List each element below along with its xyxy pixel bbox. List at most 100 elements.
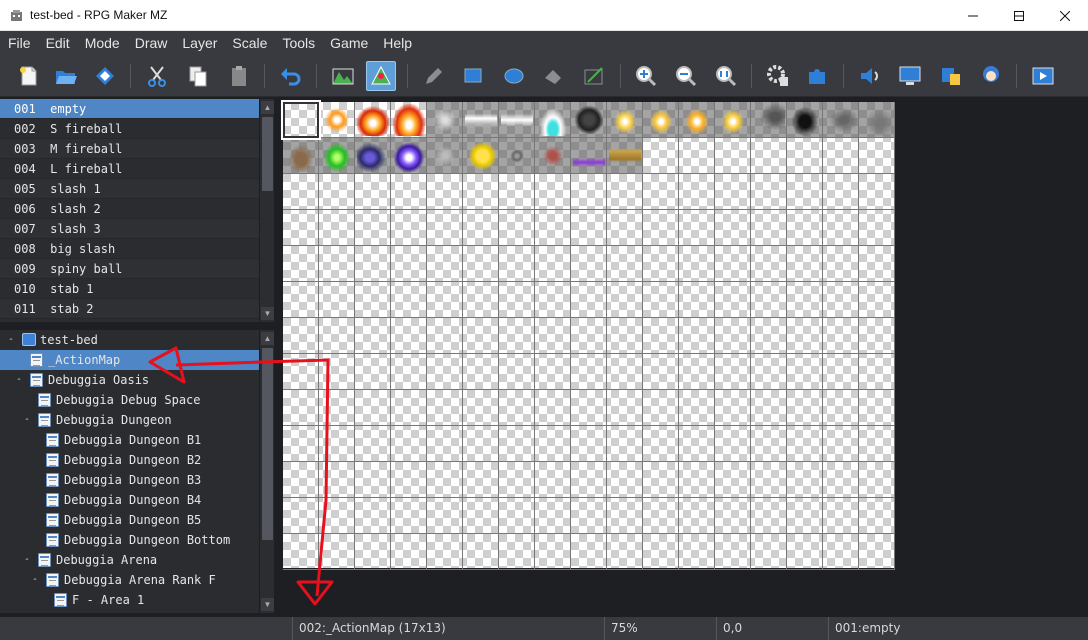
tile-cell[interactable]	[679, 534, 715, 570]
tile-cell[interactable]	[643, 462, 679, 498]
tile-cell[interactable]	[679, 498, 715, 534]
maximize-button[interactable]	[996, 0, 1042, 31]
tile-cell[interactable]	[283, 210, 319, 246]
tile-cell[interactable]	[391, 426, 427, 462]
tile-cell[interactable]	[499, 318, 535, 354]
tree-item[interactable]: _ActionMap	[0, 350, 259, 370]
tile-cell[interactable]	[823, 426, 859, 462]
tileset-palette[interactable]	[281, 100, 895, 570]
tile-cell[interactable]	[715, 246, 751, 282]
tile-cell[interactable]	[319, 318, 355, 354]
tile-cell[interactable]	[319, 426, 355, 462]
tile-cell[interactable]	[715, 534, 751, 570]
tile-cell[interactable]	[499, 246, 535, 282]
tile-cell[interactable]	[427, 246, 463, 282]
tile-cell[interactable]	[571, 498, 607, 534]
open-project-button[interactable]	[51, 61, 81, 91]
tile-cell[interactable]	[607, 246, 643, 282]
tile-cell[interactable]	[571, 246, 607, 282]
character-generator-button[interactable]	[976, 61, 1006, 91]
shadow-pen-button[interactable]	[579, 61, 609, 91]
tile-cell[interactable]	[499, 174, 535, 210]
collapse-toggle-icon[interactable]: -	[24, 555, 33, 565]
tile-cell[interactable]	[643, 390, 679, 426]
tile-cell[interactable]	[355, 102, 391, 138]
tile-cell[interactable]	[715, 462, 751, 498]
tile-cell[interactable]	[607, 102, 643, 138]
collapse-toggle-icon[interactable]: -	[24, 415, 33, 425]
tree-item[interactable]: Debuggia Dungeon B4	[0, 490, 259, 510]
cut-button[interactable]	[142, 61, 172, 91]
tile-cell[interactable]	[679, 282, 715, 318]
tile-cell[interactable]	[499, 282, 535, 318]
tile-cell[interactable]	[535, 534, 571, 570]
new-project-button[interactable]	[14, 61, 44, 91]
tile-cell[interactable]	[463, 498, 499, 534]
tile-cell[interactable]	[607, 426, 643, 462]
tile-cell[interactable]	[499, 534, 535, 570]
tile-cell[interactable]	[643, 246, 679, 282]
scroll-down-arrow[interactable]: ▼	[261, 307, 274, 320]
tile-cell[interactable]	[391, 318, 427, 354]
tile-cell[interactable]	[283, 462, 319, 498]
tile-cell[interactable]	[319, 390, 355, 426]
tile-cell[interactable]	[859, 210, 895, 246]
tile-cell[interactable]	[859, 354, 895, 390]
tile-cell[interactable]	[787, 318, 823, 354]
tile-cell[interactable]	[319, 498, 355, 534]
tile-cell[interactable]	[427, 282, 463, 318]
tile-cell[interactable]	[859, 282, 895, 318]
list-item[interactable]: 001 empty	[0, 99, 259, 119]
tile-cell[interactable]	[281, 100, 321, 140]
tile-cell[interactable]	[607, 390, 643, 426]
tile-cell[interactable]	[283, 354, 319, 390]
tile-cell[interactable]	[427, 318, 463, 354]
tile-cell[interactable]	[427, 174, 463, 210]
tile-cell[interactable]	[319, 102, 355, 138]
menu-scale[interactable]: Scale	[224, 31, 274, 55]
tile-cell[interactable]	[571, 390, 607, 426]
menu-draw[interactable]: Draw	[127, 31, 175, 55]
tile-cell[interactable]	[859, 318, 895, 354]
tree-item[interactable]: - Debuggia Arena Rank F	[0, 570, 259, 590]
tile-cell[interactable]	[607, 282, 643, 318]
menu-game[interactable]: Game	[322, 31, 375, 55]
tile-cell[interactable]	[607, 174, 643, 210]
tile-cell[interactable]	[643, 282, 679, 318]
tree-item[interactable]: Debuggia Dungeon B2	[0, 450, 259, 470]
tile-cell[interactable]	[823, 246, 859, 282]
tree-root[interactable]: - test-bed	[0, 330, 259, 350]
tile-cell[interactable]	[751, 534, 787, 570]
tile-cell[interactable]	[427, 534, 463, 570]
tile-cell[interactable]	[571, 210, 607, 246]
tile-cell[interactable]	[679, 246, 715, 282]
tile-cell[interactable]	[751, 498, 787, 534]
tile-cell[interactable]	[823, 102, 859, 138]
sound-test-button[interactable]	[855, 61, 885, 91]
tile-cell[interactable]	[607, 354, 643, 390]
tile-cell[interactable]	[571, 138, 607, 174]
tile-cell[interactable]	[751, 210, 787, 246]
tile-cell[interactable]	[751, 282, 787, 318]
tile-cell[interactable]	[463, 138, 499, 174]
tile-cell[interactable]	[787, 282, 823, 318]
close-button[interactable]	[1042, 0, 1088, 31]
tile-cell[interactable]	[679, 426, 715, 462]
tile-cell[interactable]	[715, 390, 751, 426]
map-mode-button[interactable]	[328, 61, 358, 91]
tile-cell[interactable]	[283, 390, 319, 426]
tile-cell[interactable]	[643, 102, 679, 138]
menu-file[interactable]: File	[0, 31, 38, 55]
tile-cell[interactable]	[499, 498, 535, 534]
tile-cell[interactable]	[823, 354, 859, 390]
tile-cell[interactable]	[679, 354, 715, 390]
tile-cell[interactable]	[571, 462, 607, 498]
tile-cell[interactable]	[535, 282, 571, 318]
event-searcher-button[interactable]	[895, 61, 925, 91]
tile-cell[interactable]	[535, 426, 571, 462]
tile-cell[interactable]	[679, 390, 715, 426]
tile-cell[interactable]	[643, 534, 679, 570]
tile-cell[interactable]	[355, 426, 391, 462]
tile-cell[interactable]	[355, 498, 391, 534]
tile-cell[interactable]	[535, 498, 571, 534]
